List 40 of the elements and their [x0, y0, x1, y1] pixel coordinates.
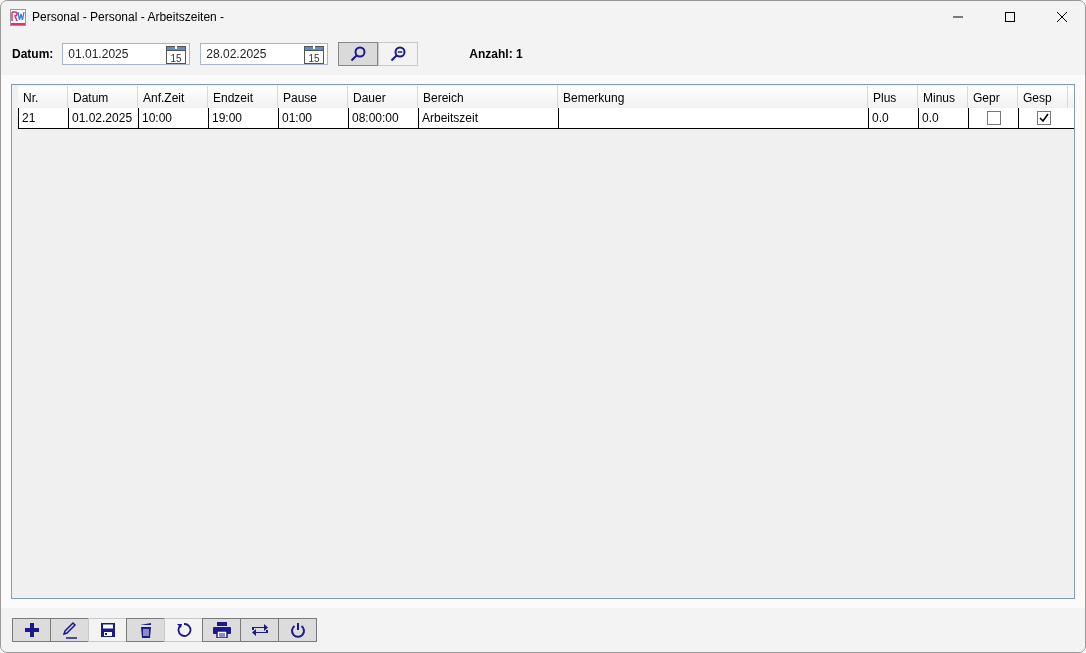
- swap-arrows-icon: [250, 622, 269, 638]
- table-cell: Arbeitszeit: [418, 108, 558, 128]
- table-cell: 10:00: [138, 108, 208, 128]
- trash-icon: [138, 621, 153, 639]
- add-button[interactable]: [12, 618, 51, 642]
- table-cell: 0.0: [918, 108, 968, 128]
- swap-button[interactable]: [240, 618, 279, 642]
- power-button[interactable]: [278, 618, 317, 642]
- window-title: Personal - Personal - Arbeitszeiten -: [32, 10, 226, 24]
- printer-icon: [212, 622, 231, 638]
- refresh-icon: [175, 622, 192, 638]
- search-icon: [350, 46, 367, 62]
- table-cell: 01:00: [278, 108, 348, 128]
- date-label: Datum:: [12, 47, 54, 61]
- table-cell: 0.0: [868, 108, 918, 128]
- table-cell: 19:00: [208, 108, 278, 128]
- edit-button[interactable]: [50, 618, 89, 642]
- checkbox[interactable]: [986, 111, 1001, 125]
- date-from-field[interactable]: 01.01.2025 15: [62, 43, 191, 65]
- print-button[interactable]: [202, 618, 241, 642]
- calendar-icon[interactable]: 15: [304, 44, 325, 64]
- delete-button[interactable]: [126, 618, 165, 642]
- save-button[interactable]: [88, 618, 127, 642]
- zoom-out-button[interactable]: [378, 42, 419, 66]
- table-cell: 01.02.2025: [68, 108, 138, 128]
- plus-icon: [23, 622, 40, 638]
- checkbox[interactable]: [1036, 111, 1051, 125]
- power-icon: [289, 622, 306, 638]
- close-icon: [1057, 12, 1067, 22]
- search-button[interactable]: [338, 42, 379, 66]
- pencil-icon: [60, 621, 79, 639]
- maximize-icon: [1005, 12, 1015, 22]
- date-to-field[interactable]: 28.02.2025 15: [200, 43, 329, 65]
- app-logo-icon: [10, 8, 26, 26]
- count-label: Anzahl: 1: [469, 47, 523, 61]
- table-cell: 08:00:00: [348, 108, 418, 128]
- calendar-icon[interactable]: 15: [166, 44, 187, 64]
- refresh-button[interactable]: [164, 618, 203, 642]
- zoom-out-icon: [390, 46, 407, 62]
- table-cell: 21: [18, 108, 68, 128]
